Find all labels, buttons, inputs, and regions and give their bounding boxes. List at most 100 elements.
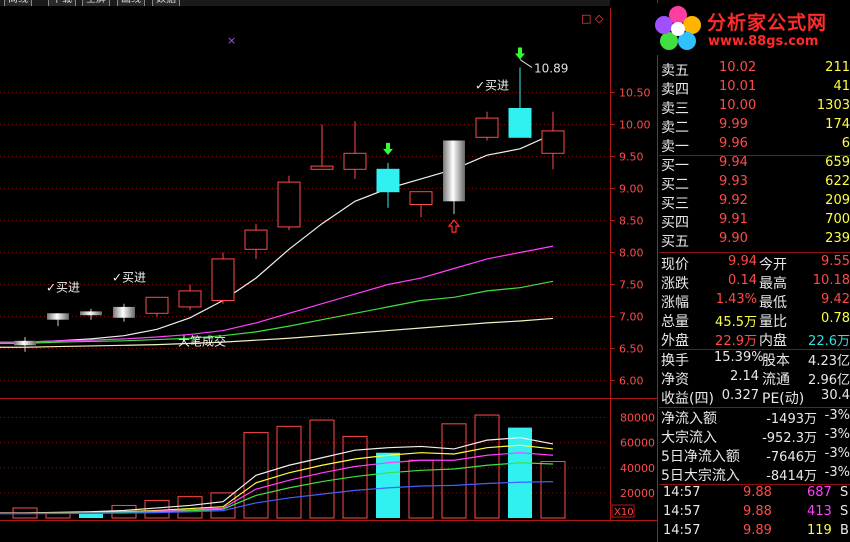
volume-tick-label: 80000: [620, 412, 655, 425]
bid-label: 买五: [661, 234, 689, 250]
candle-body: [80, 311, 102, 316]
quote-value: 22.6万: [808, 334, 850, 349]
finance-label: 换手: [661, 353, 689, 369]
price-tick-label: 7.50: [619, 279, 644, 292]
finance-value: 4.23亿: [808, 354, 850, 369]
candle-body: [409, 191, 433, 205]
quote-label: 最低: [759, 295, 787, 311]
tick-side: B: [840, 523, 849, 538]
ask-price: 10.00: [719, 98, 757, 113]
tick-time: 14:57: [663, 485, 701, 500]
flow-percent: -3%: [824, 465, 850, 480]
chart-annotation: ✓买进: [112, 271, 146, 285]
ask-volume: 211: [825, 60, 850, 75]
bid-price: 9.90: [719, 231, 748, 246]
finance-value: 2.14: [730, 369, 759, 384]
quote-label: 外盘: [661, 333, 689, 349]
tick-side: S: [840, 504, 849, 519]
candle-body: [443, 140, 465, 202]
tick-price: 9.88: [743, 485, 772, 500]
site-logo: 分析家公式网 www.88gs.com: [652, 3, 848, 55]
bid-label: 买三: [661, 196, 689, 212]
ask-price: 9.99: [719, 117, 748, 132]
ask-label: 卖五: [661, 63, 689, 79]
flow-value: -7646万: [766, 450, 817, 465]
volume-bar: [441, 423, 467, 519]
candle-body: [508, 108, 532, 138]
quote-value: 22.9万: [715, 334, 757, 349]
quote-label: 量比: [759, 314, 787, 330]
quote-value: 9.42: [821, 292, 850, 307]
moving-average-line: [0, 133, 554, 343]
quote-label: 现价: [661, 257, 689, 273]
candle-body: [145, 296, 169, 314]
logo-url: www.88gs.com: [708, 34, 819, 49]
quote-label: 内盘: [759, 333, 787, 349]
quote-value: 9.94: [728, 254, 757, 269]
quote-label: 总量: [661, 314, 689, 330]
candle-body: [475, 117, 499, 138]
price-tick-label: 6.00: [619, 375, 644, 388]
candle-body: [376, 168, 400, 193]
flower-logo-icon: [655, 6, 701, 50]
bid-volume: 239: [825, 231, 850, 246]
volume-bar: [508, 427, 532, 518]
finance-label: 净资: [661, 372, 689, 388]
quote-panel: 卖五 10.02 211 卖四 10.01 41 卖三 10.00 1303 卖二 9.99 174 卖…: [659, 60, 850, 542]
flow-percent: -3%: [824, 446, 850, 461]
ask-volume: 174: [825, 117, 850, 132]
bid-price: 9.92: [719, 193, 748, 208]
finance-label: 收益(四): [661, 391, 714, 407]
bid-label: 买四: [661, 215, 689, 231]
flow-value: -1493万: [766, 412, 817, 427]
flow-percent: -3%: [824, 408, 850, 423]
candle-body: [541, 130, 565, 154]
flow-label: 净流入额: [661, 411, 717, 427]
candle-body: [178, 290, 202, 308]
flow-value: -8414万: [766, 469, 817, 484]
quote-value: 9.55: [821, 254, 850, 269]
quote-value: 0.14: [728, 273, 757, 288]
bid-price: 9.91: [719, 212, 748, 227]
finance-value: 2.96亿: [808, 373, 850, 388]
candle-body: [277, 181, 301, 228]
finance-label: 股本: [762, 353, 790, 369]
bid-volume: 209: [825, 193, 850, 208]
flow-percent: -3%: [824, 427, 850, 442]
chart-annotation: ✓买进: [46, 280, 80, 294]
ask-price: 9.96: [719, 136, 748, 151]
tick-volume: 119: [807, 523, 832, 538]
ask-price: 10.02: [719, 60, 757, 75]
candle-body: [343, 152, 367, 170]
ask-price: 10.01: [719, 79, 757, 94]
price-tick-label: 9.50: [619, 151, 644, 164]
quote-value: 0.78: [821, 311, 850, 326]
quote-value: 10.18: [812, 273, 850, 288]
finance-value: 0.327: [721, 388, 759, 403]
candle-body: [211, 258, 235, 301]
quote-label: 今开: [759, 257, 787, 273]
tick-volume: 413: [807, 504, 832, 519]
tick-price: 9.88: [743, 504, 772, 519]
ask-label: 卖一: [661, 139, 689, 155]
price-tick-label: 10.50: [619, 87, 651, 100]
ask-volume: 6: [841, 136, 850, 151]
ask-label: 卖四: [661, 82, 689, 98]
chart-annotation: 大笔成交: [178, 333, 226, 348]
bid-price: 9.93: [719, 174, 748, 189]
ask-label: 卖三: [661, 101, 689, 117]
ask-volume: 1303: [816, 98, 850, 113]
tick-time: 14:57: [663, 504, 701, 519]
bid-label: 买一: [661, 158, 689, 174]
price-tick-label: 10.00: [619, 119, 651, 132]
candle-body: [244, 229, 268, 250]
quote-label: 最高: [759, 276, 787, 292]
price-tick-label: 6.50: [619, 343, 644, 356]
finance-label: PE(动): [762, 391, 805, 407]
flow-label: 5日大宗流入: [661, 468, 740, 484]
chart-annotation: ✓买进: [475, 79, 509, 93]
bid-volume: 700: [825, 212, 850, 227]
bid-price: 9.94: [719, 155, 748, 170]
volume-bar: [309, 419, 335, 519]
price-tick-label: 9.00: [619, 183, 644, 196]
